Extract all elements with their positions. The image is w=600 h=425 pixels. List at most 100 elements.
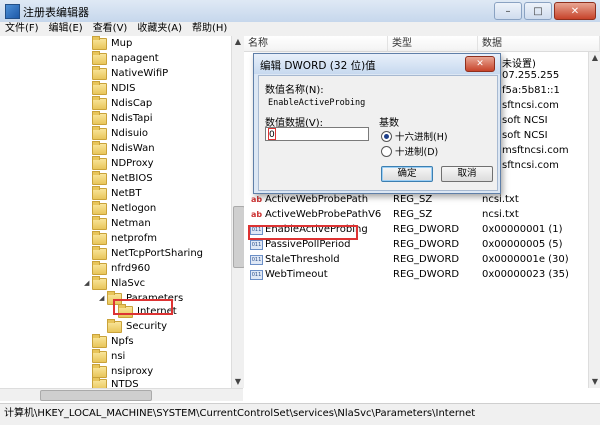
tree-item-label: NlaSvc — [111, 278, 146, 289]
dialog-close-button[interactable]: ✕ — [465, 56, 495, 72]
tree-item-ndistapi[interactable]: NdisTapi — [92, 110, 153, 126]
tree-item-label: Security — [126, 321, 168, 332]
value-name: PassivePollPeriod — [265, 239, 351, 250]
menu-view[interactable]: 查看(V) — [88, 22, 133, 36]
value-name: WebTimeout — [265, 269, 328, 280]
highlight-box-internet — [113, 299, 173, 315]
tree-item-nativewifip[interactable]: NativeWifiP — [92, 65, 168, 81]
tree-item-netman[interactable]: Netman — [92, 215, 151, 231]
string-value-icon: ab — [250, 210, 263, 219]
menu-help[interactable]: 帮助(H) — [187, 22, 232, 36]
column-header-data[interactable]: 数据 — [478, 36, 600, 52]
tree-item-label: NDIS — [111, 83, 136, 94]
table-row[interactable]: 011 StaleThreshold REG_DWORD 0x0000001e … — [244, 253, 600, 268]
tree-item-netlogon[interactable]: Netlogon — [92, 200, 157, 216]
tree-item-nettcpportsharing[interactable]: NetTcpPortSharing — [92, 245, 203, 261]
folder-icon — [92, 80, 107, 95]
value-data-cell: soft NCSI — [502, 115, 548, 126]
status-bar-path: 计算机\HKEY_LOCAL_MACHINE\SYSTEM\CurrentCon… — [0, 403, 600, 425]
tree-item-netprofm[interactable]: netprofm — [92, 230, 158, 246]
tree-item-ntds[interactable]: NTDS — [92, 376, 139, 388]
tree-item-label: NetBT — [111, 188, 142, 199]
tree-item-label: Netlogon — [111, 203, 157, 214]
column-header-name[interactable]: 名称 — [244, 36, 388, 52]
scroll-down-arrow-icon[interactable]: ▼ — [589, 376, 600, 388]
folder-icon — [92, 125, 107, 140]
tree-item-label: Mup — [111, 38, 133, 49]
base-hex-radio[interactable]: 十六进制(H) — [381, 129, 448, 143]
tree-item-netbt[interactable]: NetBT — [92, 185, 142, 201]
scroll-down-arrow-icon[interactable]: ▼ — [232, 376, 244, 388]
folder-icon — [92, 230, 107, 245]
value-name: ActiveWebProbePathV6 — [265, 209, 382, 220]
folder-icon — [92, 333, 107, 348]
collapse-arrow-icon[interactable]: ◢ — [99, 294, 107, 302]
dialog-title-bar: 编辑 DWORD (32 位)值 ✕ — [254, 54, 500, 74]
tree-vertical-scrollbar[interactable]: ▲ ▼ — [231, 36, 245, 388]
tree-item-netbios[interactable]: NetBIOS — [92, 170, 153, 186]
table-row[interactable]: ab ActiveWebProbePathV6 REG_SZ ncsi.txt — [244, 208, 600, 223]
value-data: ncsi.txt — [482, 194, 519, 205]
tree-horizontal-scrollbar[interactable] — [0, 388, 243, 401]
dword-value-icon: 011 — [250, 255, 263, 265]
tree-item-ndiscap[interactable]: NdisCap — [92, 95, 153, 111]
values-vertical-scrollbar[interactable]: ▲ ▼ — [588, 52, 600, 388]
table-row[interactable]: ab ActiveWebProbePath REG_SZ ncsi.txt — [244, 193, 600, 208]
radio-unselected-icon — [381, 145, 392, 157]
tree-item-ndisuio[interactable]: Ndisuio — [92, 125, 148, 141]
base-decimal-label: 十进制(D) — [395, 147, 439, 158]
tree-item-label: NdisCap — [111, 98, 153, 109]
base-hex-label: 十六进制(H) — [395, 132, 448, 143]
scroll-up-arrow-icon[interactable]: ▲ — [589, 52, 600, 64]
value-data: 0x00000005 (5) — [482, 239, 563, 250]
tree-item-nsi[interactable]: nsi — [92, 348, 125, 364]
minimize-button[interactable]: – — [494, 2, 522, 20]
value-name: StaleThreshold — [265, 254, 340, 265]
cancel-button[interactable]: 取消 — [441, 166, 493, 182]
tree-hscroll-thumb[interactable] — [40, 390, 152, 401]
collapse-arrow-icon[interactable]: ◢ — [84, 279, 92, 287]
tree-item-npfs[interactable]: Npfs — [92, 333, 134, 349]
menu-file[interactable]: 文件(F) — [0, 22, 44, 36]
value-type: REG_DWORD — [393, 224, 460, 235]
window-title: 注册表编辑器 — [23, 6, 89, 19]
dword-value-icon: 011 — [250, 240, 263, 250]
value-data-text: 0 — [268, 128, 276, 140]
tree-item-mup[interactable]: Mup — [92, 36, 132, 51]
value-type: REG_SZ — [393, 194, 433, 205]
value-data: 0x00000023 (35) — [482, 269, 569, 280]
maximize-button[interactable]: □ — [524, 2, 552, 20]
value-type: REG_SZ — [393, 209, 433, 220]
tree-item-label: netprofm — [111, 233, 158, 244]
folder-icon — [92, 376, 107, 388]
folder-icon — [92, 348, 107, 363]
table-row[interactable]: 011 PassivePollPeriod REG_DWORD 0x000000… — [244, 238, 600, 253]
value-data: ncsi.txt — [482, 209, 519, 220]
tree-item-nlasvc[interactable]: NlaSvc — [92, 275, 146, 291]
tree-item-nfrd960[interactable]: nfrd960 — [92, 260, 150, 276]
folder-icon — [92, 95, 107, 110]
value-data-cell: sftncsi.com — [502, 160, 559, 171]
tree-item-label: NdisWan — [111, 143, 155, 154]
radio-selected-icon — [381, 130, 392, 142]
scroll-up-arrow-icon[interactable]: ▲ — [232, 36, 244, 48]
close-button[interactable]: ✕ — [554, 2, 596, 20]
base-group: 基数 十六进制(H) 十进制(D) — [379, 118, 491, 158]
column-header-type[interactable]: 类型 — [388, 36, 478, 52]
tree-item-ndiswan[interactable]: NdisWan — [92, 140, 155, 156]
tree-item-security[interactable]: Security — [107, 318, 168, 334]
tree-item-ndproxy[interactable]: NDProxy — [92, 155, 154, 171]
tree-item-ndis[interactable]: NDIS — [92, 80, 136, 96]
menu-favorites[interactable]: 收藏夹(A) — [132, 22, 187, 36]
menu-bar: 文件(F) 编辑(E) 查看(V) 收藏夹(A) 帮助(H) — [0, 22, 600, 37]
menu-edit[interactable]: 编辑(E) — [44, 22, 88, 36]
table-row[interactable]: 011 WebTimeout REG_DWORD 0x00000023 (35) — [244, 268, 600, 283]
value-data-input[interactable]: 0 — [265, 127, 369, 141]
value-data-cell: soft NCSI — [502, 130, 548, 141]
base-decimal-radio[interactable]: 十进制(D) — [381, 144, 438, 158]
ok-button[interactable]: 确定 — [381, 166, 433, 182]
tree-item-label: Npfs — [111, 336, 134, 347]
value-data-cell: msftncsi.com — [502, 145, 569, 156]
string-value-icon: ab — [250, 195, 263, 204]
tree-item-napagent[interactable]: napagent — [92, 50, 159, 66]
